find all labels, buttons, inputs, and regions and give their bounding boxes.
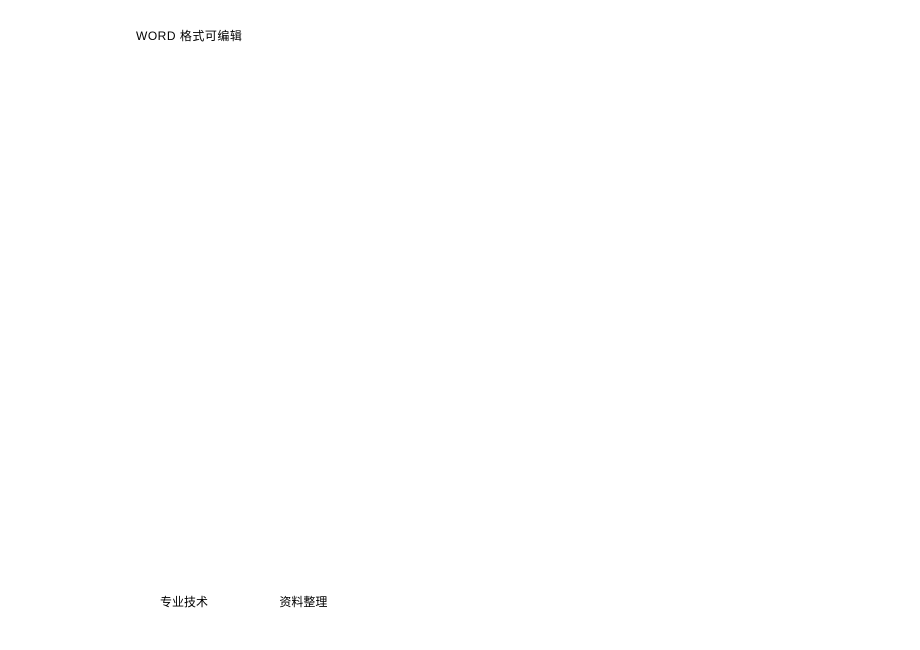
header-editable-text: 格式可编辑	[176, 29, 242, 43]
footer-left-text: 专业技术	[160, 593, 208, 610]
header-word-prefix: WORD	[136, 29, 176, 43]
page-header: WORD 格式可编辑	[136, 27, 242, 44]
footer-right-text: 资料整理	[279, 593, 327, 610]
page-footer: 专业技术 资料整理	[160, 593, 327, 610]
